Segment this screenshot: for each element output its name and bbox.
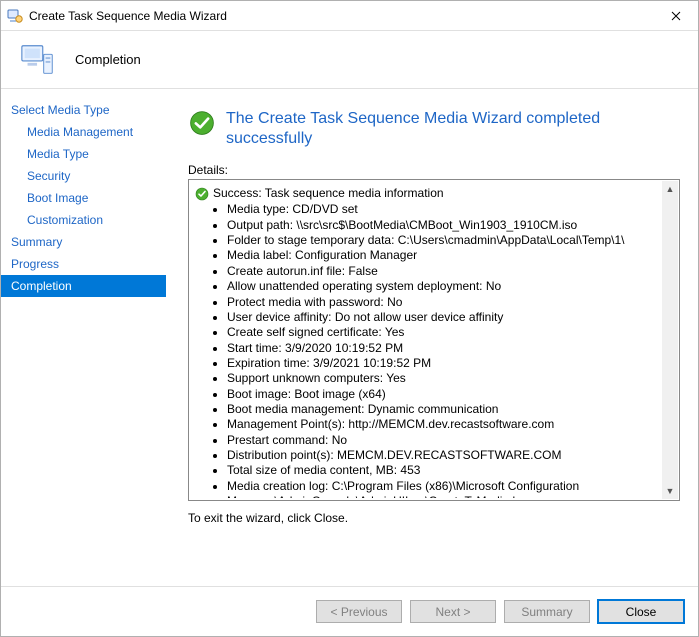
success-banner: The Create Task Sequence Media Wizard co… [188, 109, 680, 149]
sidebar-item[interactable]: Security [1, 165, 166, 187]
details-label: Details: [188, 163, 680, 177]
details-item: Media label: Configuration Manager [227, 248, 655, 263]
details-item: User device affinity: Do not allow user … [227, 310, 655, 325]
window-close-button[interactable] [653, 1, 698, 30]
details-item: Management Point(s): http://MEMCM.dev.re… [227, 417, 655, 432]
details-item: Boot image: Boot image (x64) [227, 387, 655, 402]
success-message: The Create Task Sequence Media Wizard co… [226, 109, 680, 149]
details-item: Prestart command: No [227, 433, 655, 448]
details-item: Protect media with password: No [227, 295, 655, 310]
wizard-footer: < Previous Next > Summary Close [1, 586, 698, 636]
sidebar-item[interactable]: Select Media Type [1, 99, 166, 121]
success-check-icon [195, 187, 209, 201]
details-heading: Success: Task sequence media information [195, 186, 655, 201]
details-scrollbar[interactable]: ▲ ▼ [662, 181, 678, 499]
details-item: Allow unattended operating system deploy… [227, 279, 655, 294]
close-button[interactable]: Close [598, 600, 684, 623]
wizard-body: Select Media TypeMedia ManagementMedia T… [1, 89, 698, 586]
wizard-window: Create Task Sequence Media Wizard Comple… [0, 0, 699, 637]
summary-button: Summary [504, 600, 590, 623]
scroll-up-icon[interactable]: ▲ [662, 181, 678, 197]
details-item: Total size of media content, MB: 453 [227, 463, 655, 478]
exit-hint: To exit the wizard, click Close. [188, 511, 680, 525]
wizard-main: The Create Task Sequence Media Wizard co… [166, 89, 698, 586]
titlebar: Create Task Sequence Media Wizard [1, 1, 698, 31]
wizard-sidebar: Select Media TypeMedia ManagementMedia T… [1, 89, 166, 586]
details-item: Start time: 3/9/2020 10:19:52 PM [227, 341, 655, 356]
details-item: Create autorun.inf file: False [227, 264, 655, 279]
details-content: Success: Task sequence media information… [191, 182, 661, 498]
window-title: Create Task Sequence Media Wizard [29, 9, 653, 23]
details-item: Media creation log: C:\Program Files (x8… [227, 479, 655, 498]
details-item: Distribution point(s): MEMCM.DEV.RECASTS… [227, 448, 655, 463]
details-item: Expiration time: 3/9/2021 10:19:52 PM [227, 356, 655, 371]
wizard-header-icon [19, 41, 57, 79]
wizard-header-title: Completion [75, 52, 141, 67]
sidebar-item[interactable]: Customization [1, 209, 166, 231]
sidebar-item[interactable]: Media Type [1, 143, 166, 165]
details-item: Output path: \\src\src$\BootMedia\CMBoot… [227, 218, 655, 233]
sidebar-item[interactable]: Boot Image [1, 187, 166, 209]
success-check-icon [188, 109, 216, 137]
details-item: Folder to stage temporary data: C:\Users… [227, 233, 655, 248]
sidebar-item[interactable]: Progress [1, 253, 166, 275]
details-item: Create self signed certificate: Yes [227, 325, 655, 340]
details-box: Success: Task sequence media information… [188, 179, 680, 501]
details-item: Boot media management: Dynamic communica… [227, 402, 655, 417]
details-heading-text: Success: Task sequence media information [213, 186, 444, 201]
previous-button: < Previous [316, 600, 402, 623]
sidebar-item[interactable]: Summary [1, 231, 166, 253]
details-list: Media type: CD/DVD setOutput path: \\src… [213, 202, 655, 498]
next-button: Next > [410, 600, 496, 623]
scroll-down-icon[interactable]: ▼ [662, 483, 678, 499]
sidebar-item[interactable]: Completion [1, 275, 166, 297]
sidebar-item[interactable]: Media Management [1, 121, 166, 143]
details-item: Media type: CD/DVD set [227, 202, 655, 217]
app-icon [7, 8, 23, 24]
wizard-header: Completion [1, 31, 698, 89]
details-item: Support unknown computers: Yes [227, 371, 655, 386]
